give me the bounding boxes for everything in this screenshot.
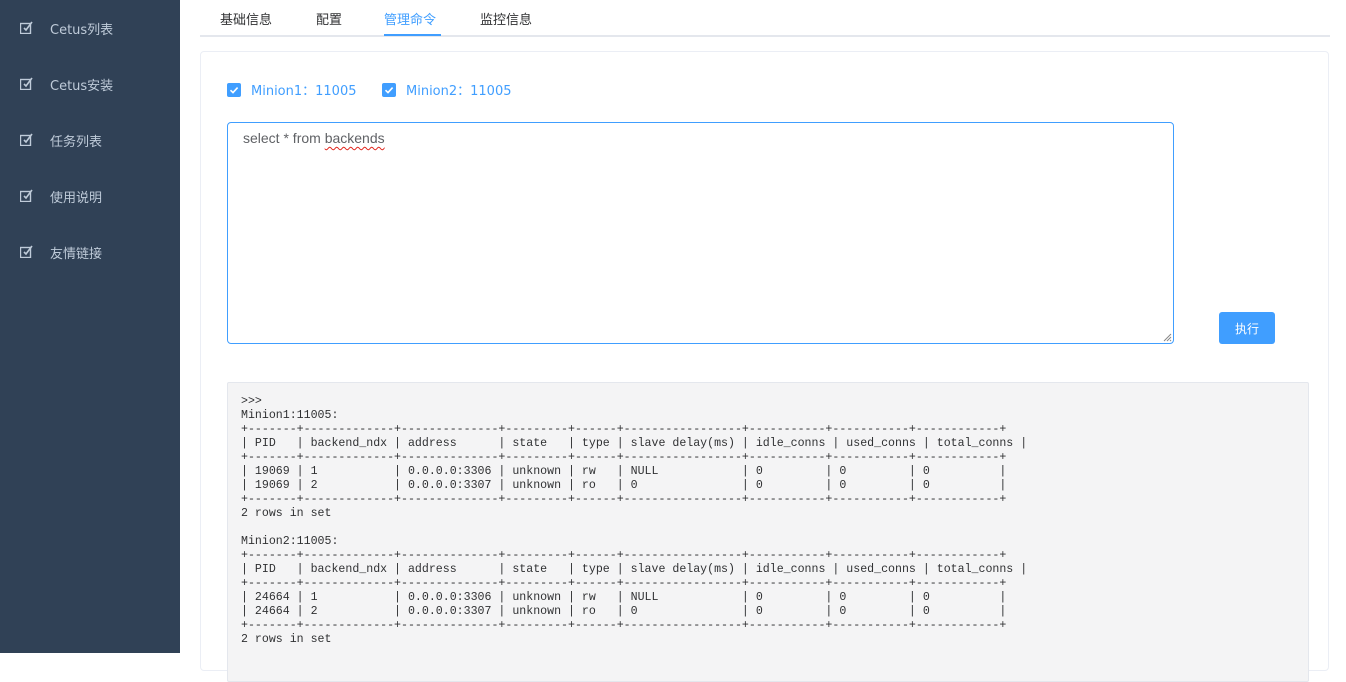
main-content: 基础信息 配置 管理命令 监控信息 Minion1：11005 Minion2：… (180, 0, 1346, 682)
command-output: >>> Minion1:11005: +-------+------------… (227, 382, 1309, 682)
tab-monitoring[interactable]: 监控信息 (480, 9, 532, 37)
sidebar-item-label: Cetus安装 (50, 79, 114, 94)
query-prefix: select * from (243, 130, 325, 146)
query-table-name: backends (324, 130, 385, 146)
minion1-label: Minion1：11005 (251, 84, 357, 99)
sidebar-item-label: 任务列表 (50, 135, 103, 150)
sql-command-text: select * from backends (243, 130, 385, 146)
sql-command-input[interactable] (227, 122, 1174, 344)
execute-button[interactable]: 执行 (1219, 312, 1275, 344)
check-icon (229, 86, 239, 94)
tab-config[interactable]: 配置 (316, 9, 342, 37)
sidebar-item-cetus-install[interactable]: Cetus安装 (0, 56, 180, 112)
tab-admin-commands[interactable]: 管理命令 (384, 9, 436, 37)
sidebar-item-links[interactable]: 友情链接 (0, 224, 180, 280)
sidebar: Cetus列表 Cetus安装 任务列表 使用说明 友情链接 (0, 0, 180, 653)
edit-icon (20, 77, 33, 90)
sidebar-item-usage[interactable]: 使用说明 (0, 168, 180, 224)
minion2-checkbox[interactable]: Minion2：11005 (382, 80, 512, 99)
check-icon (384, 86, 394, 94)
sidebar-item-cetus-list[interactable]: Cetus列表 (0, 0, 180, 56)
edit-icon (20, 189, 33, 202)
sidebar-item-label: 友情链接 (50, 247, 103, 262)
tab-bar: 基础信息 配置 管理命令 监控信息 (200, 0, 1330, 37)
edit-icon (20, 21, 33, 34)
resize-handle-icon[interactable] (1162, 332, 1172, 342)
minion1-checkbox[interactable]: Minion1：11005 (227, 80, 357, 99)
output-text: >>> Minion1:11005: +-------+------------… (241, 395, 1028, 646)
sidebar-item-label: 使用说明 (50, 191, 103, 206)
command-panel: Minion1：11005 Minion2：11005 select * fro… (200, 51, 1329, 682)
edit-icon (20, 133, 33, 146)
edit-icon (20, 245, 33, 258)
sidebar-item-label: Cetus列表 (50, 23, 114, 38)
checkbox-box (382, 82, 396, 97)
sidebar-item-task-list[interactable]: 任务列表 (0, 112, 180, 168)
checkbox-box (227, 82, 241, 97)
active-tab-indicator (384, 34, 441, 36)
minion2-label: Minion2：11005 (406, 84, 512, 99)
tab-basic-info[interactable]: 基础信息 (220, 9, 272, 37)
